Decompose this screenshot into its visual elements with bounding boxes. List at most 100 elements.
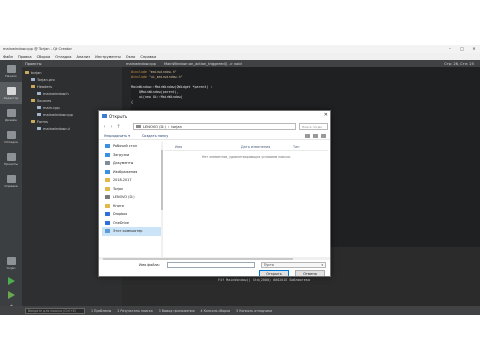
menu-tools[interactable]: Инструменты — [95, 55, 121, 59]
mode-debug[interactable]: Отладка — [0, 126, 22, 148]
nav-pane-item-label: LENOVO (D:) — [113, 195, 135, 200]
nav-pane-item[interactable]: 2018-2017 — [102, 176, 162, 185]
column-date[interactable]: Дата изменения — [241, 145, 270, 149]
menu-help[interactable]: Справка — [140, 55, 156, 59]
close-window-button[interactable]: ✕ — [468, 45, 480, 53]
nav-pane-item[interactable]: Изображения — [102, 168, 162, 177]
breadcrumb-drive[interactable]: LENOVO (D:) — [143, 125, 166, 129]
view-mode-icon[interactable] — [305, 133, 310, 138]
nav-pane-item[interactable]: Загрузки — [102, 151, 162, 160]
menu-analyze[interactable]: Анализ — [77, 55, 91, 59]
nav-pane-scrollbar[interactable] — [161, 142, 163, 257]
dialog-toolbar: Упорядочить ▾ Создать папку — [99, 132, 330, 140]
location-icon — [105, 152, 110, 157]
up-icon[interactable]: ↑ — [116, 124, 121, 130]
mode-welcome[interactable]: Начало — [0, 60, 22, 82]
open-button[interactable]: Открыть — [259, 270, 289, 276]
mode-edit[interactable]: Редактор — [0, 82, 22, 104]
minimize-button[interactable]: – — [444, 45, 456, 53]
letterbox-bottom — [0, 315, 480, 360]
editor-tab[interactable]: mainwindow.cpp — [126, 62, 156, 66]
nav-pane-item-label: Документы — [113, 161, 134, 166]
window-titlebar: mainwindow.cpp @ Torjan - Qt Creator – □… — [0, 45, 480, 53]
tree-item[interactable]: Sources — [22, 97, 122, 104]
nav-pane-item-label: Torjan — [113, 186, 124, 191]
debug-run-button[interactable] — [0, 288, 22, 302]
maximize-button[interactable]: □ — [456, 45, 468, 53]
breadcrumb-folder[interactable]: torjan — [171, 125, 182, 129]
tree-item-label: mainwindow.h — [43, 91, 69, 96]
menu-debug[interactable]: Отладка — [55, 55, 71, 59]
panel-tab-debugger[interactable]: 5 Консоль отладчика — [236, 309, 272, 313]
folder-icon — [31, 84, 35, 89]
nav-pane-item-label: 2018-2017 — [113, 178, 132, 183]
nav-pane-item-label: Изображения — [113, 169, 138, 174]
mode-design[interactable]: Дизайн — [0, 104, 22, 126]
status-bar: Введите для поиска (Ctrl+K) 1 Проблемы 2… — [0, 306, 480, 315]
function-breadcrumb[interactable]: MainWindow::on_action_triggered() -> voi… — [164, 62, 242, 66]
nav-pane-item[interactable]: Книги — [102, 202, 162, 211]
tree-item[interactable]: torjan — [22, 69, 122, 76]
horizontal-scrollbar[interactable] — [99, 257, 330, 260]
nav-pane-item[interactable]: Документы — [102, 159, 162, 168]
tree-item[interactable]: mainwindow.h — [22, 90, 122, 97]
preview-pane-icon[interactable] — [313, 133, 318, 138]
project-panel-title: Проекты — [25, 61, 42, 66]
letterbox-top — [0, 0, 480, 45]
folder-icon — [25, 70, 29, 75]
nav-pane-item[interactable]: LENOVO (D:) — [102, 193, 162, 202]
file-list-pane[interactable]: Имя Дата изменения Тип Нет элементов, уд… — [165, 142, 328, 257]
dialog-close-button[interactable]: ✕ — [324, 113, 328, 118]
locator-input[interactable]: Введите для поиска (Ctrl+K) — [25, 307, 85, 314]
panel-tab-search[interactable]: 2 Результаты поиска — [117, 309, 152, 313]
tree-item[interactable]: Headers — [22, 83, 122, 90]
column-name[interactable]: Имя — [175, 145, 182, 149]
tree-item[interactable]: Torjan.pro — [22, 76, 122, 83]
tree-item-label: Headers — [37, 84, 52, 89]
file-type-select[interactable]: Пусто ▾ — [261, 261, 326, 268]
dialog-title: Открыть — [109, 113, 128, 119]
folder-icon — [31, 98, 35, 103]
mode-help[interactable]: Справка — [0, 170, 22, 192]
filename-input[interactable] — [167, 261, 255, 268]
menu-build[interactable]: Сборка — [37, 55, 51, 59]
organize-button[interactable]: Упорядочить ▾ — [104, 134, 130, 138]
address-bar[interactable]: LENOVO (D:) › torjan — [133, 123, 296, 130]
help-icon[interactable] — [321, 133, 326, 138]
column-type[interactable]: Тип — [293, 145, 300, 149]
mode-projects[interactable]: Проекты — [0, 148, 22, 170]
welcome-icon — [6, 64, 16, 73]
nav-pane-item-label: Загрузки — [113, 152, 130, 157]
tree-item-label: mainwindow.cpp — [43, 112, 73, 117]
panel-tab-compile[interactable]: 4 Консоль сборки — [201, 309, 231, 313]
nav-pane-item-label: Книги — [113, 203, 124, 208]
scrollbar-thumb[interactable] — [103, 257, 293, 260]
scrollbar-thumb[interactable] — [161, 150, 163, 210]
nav-pane-item[interactable]: Этот компьютер — [102, 227, 162, 236]
kit-selector[interactable]: torjan — [0, 252, 22, 274]
navigation-pane: Рабочий стол Загрузки Документы Изображения… — [102, 142, 162, 257]
cancel-button[interactable]: Отмена — [295, 270, 325, 276]
dialog-titlebar: Открыть — [99, 111, 330, 121]
menu-file[interactable]: Файл — [3, 55, 13, 59]
file-icon — [37, 105, 41, 110]
forward-icon[interactable]: › — [109, 124, 114, 130]
dialog-search-input[interactable]: Поиск: torjan — [299, 123, 328, 130]
back-icon[interactable]: ‹ — [102, 124, 107, 130]
tree-item-label: mainwindow.ui — [43, 126, 70, 131]
nav-pane-item-label: OneDrive — [113, 220, 129, 225]
project-panel-header[interactable]: Проекты — [22, 60, 122, 67]
menu-window[interactable]: Окно — [126, 55, 136, 59]
dialog-app-icon — [102, 114, 107, 118]
panel-tab-issues[interactable]: 1 Проблемы — [91, 309, 111, 313]
nav-pane-item[interactable]: Рабочий стол — [102, 142, 162, 151]
run-button[interactable] — [0, 274, 22, 288]
nav-pane-item[interactable]: Torjan — [102, 185, 162, 194]
nav-pane-item[interactable]: Dropbox — [102, 210, 162, 219]
new-folder-button[interactable]: Создать папку — [142, 134, 168, 138]
window-controls: – □ ✕ — [444, 45, 480, 53]
panel-tab-app-output[interactable]: 3 Вывод приложения — [159, 309, 195, 313]
mode-sidebar: Начало Редактор Дизайн Отладка Проекты С… — [0, 60, 22, 315]
nav-pane-item[interactable]: OneDrive — [102, 219, 162, 228]
menu-edit[interactable]: Правка — [18, 55, 32, 59]
